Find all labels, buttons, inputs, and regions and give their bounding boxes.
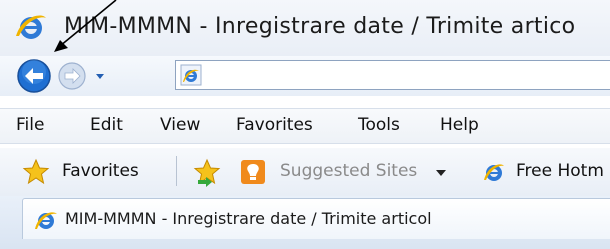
active-tab[interactable]: MIM-MMMN - Inregistrare date / Trimite a… [22,198,610,239]
favorites-star-icon [22,158,50,185]
dropdown-arrow-icon [436,170,446,176]
favorites-label: Favorites [62,161,139,181]
navigation-bar [0,56,610,96]
forward-button[interactable] [58,62,120,90]
suggested-sites-button[interactable]: Suggested Sites [238,156,470,188]
tab-bar: MIM-MMMN - Inregistrare date / Trimite a… [0,196,610,249]
free-hotmail-label: Free Hotm [516,161,604,181]
forward-arrow-icon [58,62,104,90]
menu-favorites[interactable]: Favorites [236,115,313,135]
back-button[interactable] [16,58,52,94]
chevron-down-icon [96,74,104,79]
favorites-button[interactable]: Favorites [12,156,162,188]
menu-view[interactable]: View [160,115,200,135]
free-hotmail-button[interactable]: Free Hotm [482,156,610,188]
suggested-sites-icon [241,160,265,184]
ie-tab-icon [35,212,57,229]
menu-edit[interactable]: Edit [90,115,123,135]
menu-help[interactable]: Help [440,115,479,135]
toolbar-separator [176,156,177,186]
menu-bar: File Edit View Favorites Tools Help [0,108,610,144]
add-to-favorites-button[interactable] [192,158,222,188]
ie-page-icon [180,64,202,86]
menu-file[interactable]: File [16,115,44,135]
address-bar[interactable] [175,60,610,90]
window-title-bar: MIM-MMMN - Inregistrare date / Trimite a… [0,0,610,56]
window-title: MIM-MMMN - Inregistrare date / Trimite a… [64,14,576,39]
suggested-sites-label: Suggested Sites [280,161,418,181]
annotation-arrow [54,0,117,52]
ie-favicon-icon [484,164,504,181]
favorites-bar: Favorites Suggested Sites Free Hotm [0,148,610,197]
back-arrow-icon [17,59,51,93]
tab-title: MIM-MMMN - Inregistrare date / Trimite a… [65,209,432,228]
menu-tools[interactable]: Tools [358,115,400,135]
add-favorite-star-icon [193,158,221,187]
